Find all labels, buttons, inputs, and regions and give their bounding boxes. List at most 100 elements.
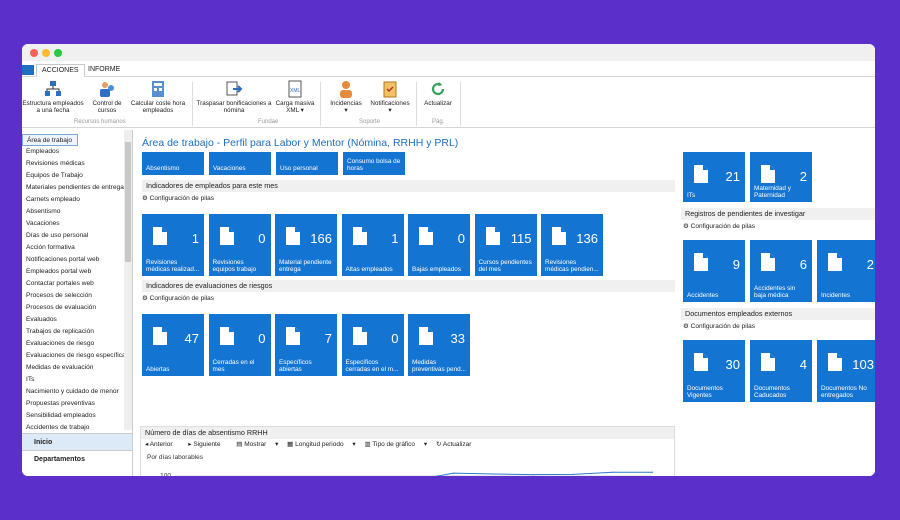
control-cursos-button[interactable]: Control de cursos xyxy=(88,80,126,114)
indicator-tile[interactable]: 2 Maternidad y Paternidad xyxy=(750,152,812,202)
tile-label: Cerradas en el mes xyxy=(212,358,255,373)
sidebar-item[interactable]: Evaluaciones de riesgo específicas xyxy=(22,350,124,362)
series-point xyxy=(532,474,534,476)
indicator-tile[interactable]: 115 Cursos pendientes del mes xyxy=(474,214,537,276)
sidebar-list: Área de trabajo Empleados Revisiones médic… xyxy=(22,134,124,434)
tile-label: Documentos Vigentes xyxy=(687,384,723,399)
configuracion-pilas-link[interactable]: ⚙ Configuración de pilas xyxy=(683,322,755,330)
indicator-tile[interactable]: Uso personal xyxy=(276,152,338,175)
tile-value: 7 xyxy=(324,331,332,346)
y-axis-label: Por días laborables xyxy=(147,454,204,461)
notificaciones-button[interactable]: Notificaciones ▾ xyxy=(368,80,412,114)
nav-inicio[interactable]: Inicio xyxy=(22,433,132,450)
sidebar-item[interactable]: Materiales pendientes de entrega xyxy=(22,182,124,194)
sidebar-scrollbar[interactable] xyxy=(124,130,132,430)
indicator-tile[interactable]: 9 Accidentes xyxy=(683,240,745,302)
indicator-tile[interactable]: 6 Accidentes sin baja médica xyxy=(750,240,812,302)
sidebar-item[interactable]: Medidas de evaluación xyxy=(22,362,124,374)
document-icon xyxy=(694,353,708,371)
document-icon xyxy=(286,327,300,345)
tab-informe[interactable]: INFORME xyxy=(83,64,125,77)
longitud-periodo-button[interactable]: ▦ Longitud periodo ▾ xyxy=(287,441,355,448)
configuracion-pilas-link[interactable]: ⚙ Configuración de pilas xyxy=(142,194,214,202)
mostrar-button[interactable]: ▤ Mostrar ▾ xyxy=(236,441,278,448)
sidebar-item[interactable]: Acción formativa xyxy=(22,242,124,254)
configuracion-pilas-link[interactable]: ⚙ Configuración de pilas xyxy=(683,222,755,230)
indicator-tile[interactable]: 0 Cerradas en el mes xyxy=(208,314,271,376)
sidebar-item[interactable]: Nacimiento y cuidado de menor xyxy=(22,386,124,398)
anterior-button[interactable]: ◂ Anterior xyxy=(145,441,179,448)
document-icon xyxy=(219,327,234,345)
incidencias-button[interactable]: Incidencias ▾ xyxy=(326,80,366,114)
sidebar-item[interactable]: Revisiones médicas xyxy=(22,158,124,170)
section-header: Indicadores de empleados para este mes xyxy=(142,180,675,192)
indicator-tile[interactable]: 30 Documentos Vigentes xyxy=(683,340,745,402)
actualizar-chart-button[interactable]: ↻ Actualizar xyxy=(436,441,478,448)
app-menu-button[interactable] xyxy=(22,65,34,75)
chevron-down-icon: ▾ xyxy=(300,107,304,114)
indicator-tile[interactable]: 1 Revisiones médicas realizad... xyxy=(142,214,204,276)
indicator-tile[interactable]: 7 Específicos abiertas xyxy=(275,314,337,376)
sidebar-item[interactable]: Vacaciones xyxy=(22,218,124,230)
calcular-coste-hora-button[interactable]: Calcular coste hora empleados xyxy=(127,80,189,114)
sidebar-item[interactable]: Evaluados xyxy=(22,314,124,326)
sidebar-item[interactable]: Carnets empleado xyxy=(22,194,124,206)
configuracion-pilas-link[interactable]: ⚙ Configuración de pilas xyxy=(142,294,214,302)
indicator-tile[interactable]: 21 ITs xyxy=(683,152,745,202)
document-icon xyxy=(352,327,367,345)
sidebar-item[interactable]: Días de uso personal xyxy=(22,230,124,242)
sidebar-item[interactable]: Propuestas preventivas xyxy=(22,398,124,410)
indicator-tile[interactable]: 47 Abiertas xyxy=(142,314,204,376)
tipo-grafico-button[interactable]: ▥ Tipo de gráfico ▾ xyxy=(364,441,427,448)
indicator-tile[interactable]: 103 Documentos No entregados xyxy=(817,340,875,402)
siguiente-button[interactable]: ▸ Siguiente xyxy=(188,441,227,448)
group-pag: Pág. xyxy=(432,119,445,125)
estructura-empleados-button[interactable]: Estructura empleados a una fecha xyxy=(22,80,84,114)
indicator-tile[interactable]: 33 Medidas preventivas pend... xyxy=(408,314,470,376)
sidebar-item[interactable]: Evaluaciones de riesgo xyxy=(22,338,124,350)
indicator-tile[interactable]: Consumo bolsa de horas xyxy=(343,152,405,175)
actualizar-button[interactable]: Actualizar xyxy=(420,80,456,107)
document-icon xyxy=(552,227,566,245)
close-window-button[interactable] xyxy=(30,49,38,57)
sidebar-item[interactable]: Notificaciones portal web xyxy=(22,254,124,266)
indicator-tile[interactable]: 136 Revisiones médicas pendien... xyxy=(541,214,603,276)
tile-label: Maternidad y Paternidad xyxy=(754,184,791,199)
carga-masiva-xml-button[interactable]: XML Carga masiva XML ▾ xyxy=(274,80,316,114)
indicator-tile[interactable]: 2 Incidentes xyxy=(817,240,875,302)
indicator-tile[interactable]: Absentismo xyxy=(142,152,204,175)
tile-value: 115 xyxy=(510,231,532,246)
tab-acciones[interactable]: ACCIONES xyxy=(36,64,85,77)
indicator-tile[interactable]: 4 Documentos Caducados xyxy=(750,340,812,402)
indicator-tile[interactable]: 0 Bajas empleados xyxy=(408,214,470,276)
indicator-tile[interactable]: 0 Específicos cerradas en el m... xyxy=(341,314,404,376)
sidebar-item[interactable]: Empleados portal web xyxy=(22,266,124,278)
tile-label: Medidas preventivas pend... xyxy=(412,358,466,373)
document-icon xyxy=(694,165,708,183)
scrollbar-thumb[interactable] xyxy=(125,142,131,262)
sidebar-item[interactable]: Equipos de Trabajo xyxy=(22,170,124,182)
tile-value: 1 xyxy=(391,231,399,246)
nav-departamentos[interactable]: Departamentos xyxy=(22,450,132,467)
sidebar-item[interactable]: Procesos de selección xyxy=(22,290,124,302)
indicator-tile[interactable]: Vacaciones xyxy=(209,152,271,175)
sidebar-item[interactable]: Sensibilidad empleados xyxy=(22,410,124,422)
tile-value: 0 xyxy=(457,231,465,246)
indicator-tile[interactable]: 1 Altas empleados xyxy=(341,214,404,276)
chart-toolbar: ◂ Anterior ▸ Siguiente ▤ Mostrar ▾ ▦ Lon… xyxy=(145,440,485,448)
minimize-window-button[interactable] xyxy=(42,49,50,57)
tile-label: Incidentes xyxy=(821,291,851,299)
gear-icon: ⚙ xyxy=(142,295,150,302)
sidebar-item[interactable]: Contactar portales web xyxy=(22,278,124,290)
maximize-window-button[interactable] xyxy=(54,49,62,57)
sidebar-item[interactable]: Procesos de evaluación xyxy=(22,302,124,314)
traspasar-bonificaciones-button[interactable]: Traspasar bonificaciones a nómina xyxy=(196,80,272,114)
indicator-tile[interactable]: 0 Revisiones equipos trabajo xyxy=(208,214,271,276)
sidebar-item[interactable]: Trabajos de replicación xyxy=(22,326,124,338)
sidebar-item[interactable]: Área de trabajo xyxy=(22,134,78,146)
sidebar-item[interactable]: Empleados xyxy=(22,146,124,158)
sidebar-item[interactable]: ITs xyxy=(22,374,124,386)
sidebar-item[interactable]: Absentismo xyxy=(22,206,124,218)
tile-label: Vacaciones xyxy=(213,164,246,172)
indicator-tile[interactable]: 166 Material pendiente entrega xyxy=(275,214,337,276)
